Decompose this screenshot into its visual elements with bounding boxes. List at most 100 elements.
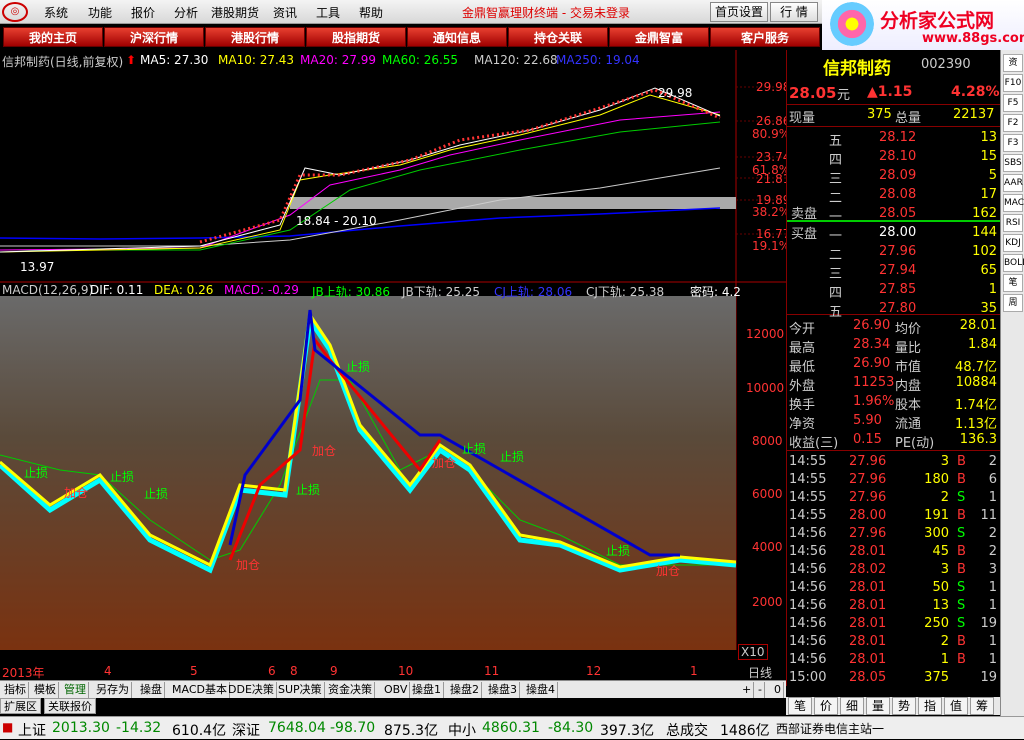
quote-button[interactable]: 行 情 bbox=[770, 2, 818, 22]
nav-hk[interactable]: 港股行情 bbox=[205, 27, 305, 47]
tick-row: 14:55 28.00 191 B 11 bbox=[787, 508, 1001, 526]
nav-index-futures[interactable]: 股指期货 bbox=[306, 27, 406, 47]
tab-sup[interactable]: SUP决策 bbox=[276, 682, 325, 698]
tab-trade3[interactable]: 操盘3 bbox=[486, 682, 520, 698]
reset-button[interactable]: 0 bbox=[772, 682, 784, 698]
nav-service[interactable]: 客户服务 bbox=[710, 27, 820, 47]
tab-detail[interactable]: 细 bbox=[840, 697, 864, 715]
tab-save-as[interactable]: 另存为 bbox=[94, 682, 132, 698]
toolbar-button[interactable]: 资 bbox=[1003, 54, 1023, 72]
tick-side: S bbox=[957, 490, 966, 505]
tab-value[interactable]: 值 bbox=[944, 697, 968, 715]
stat-row: 外盘 11253 内盘 10884 bbox=[787, 375, 1001, 394]
stat-value: 26.90 bbox=[853, 318, 891, 333]
tab-macd-basic[interactable]: MACD基本 bbox=[170, 682, 230, 698]
tick-time: 14:56 bbox=[789, 652, 827, 667]
buy-row[interactable]: 一 28.00 144 bbox=[787, 225, 1001, 244]
tab-trade2[interactable]: 操盘2 bbox=[448, 682, 482, 698]
sell-row[interactable]: 一 28.05 162 bbox=[787, 206, 1001, 225]
buy-row[interactable]: 三 27.94 65 bbox=[787, 263, 1001, 282]
tab-chips[interactable]: 筹 bbox=[970, 697, 994, 715]
level-volume: 15 bbox=[980, 149, 997, 164]
menu-hk-futures[interactable]: 港股期货 bbox=[211, 4, 259, 21]
sh-label[interactable]: 上证 bbox=[18, 720, 46, 740]
tab-dde[interactable]: DDE决策 bbox=[226, 682, 277, 698]
buy-row[interactable]: 二 27.96 102 bbox=[787, 244, 1001, 263]
toolbar-button[interactable]: F10 bbox=[1003, 74, 1023, 92]
tab-trade1[interactable]: 操盘1 bbox=[410, 682, 444, 698]
tab-obv[interactable]: OBV bbox=[382, 682, 411, 698]
toolbar-button[interactable]: AAR bbox=[1003, 174, 1023, 192]
stat-value: 1.84 bbox=[968, 337, 997, 352]
tab-trend[interactable]: 势 bbox=[892, 697, 916, 715]
tab-trade4[interactable]: 操盘4 bbox=[524, 682, 558, 698]
toolbar-button[interactable]: F5 bbox=[1003, 94, 1023, 112]
level-volume: 162 bbox=[972, 206, 997, 221]
toolbar-button[interactable]: MACD bbox=[1003, 194, 1024, 212]
sell-row[interactable]: 二 28.08 17 bbox=[787, 187, 1001, 206]
stat-label: 股本 bbox=[895, 398, 922, 413]
menu-function[interactable]: 功能 bbox=[88, 4, 112, 21]
tab-template[interactable]: 模板 bbox=[32, 682, 59, 698]
tick-volume: 180 bbox=[924, 472, 949, 487]
tab-price[interactable]: 价 bbox=[814, 697, 838, 715]
brand-banner: 分析家公式网 www.88gs.com bbox=[822, 0, 1024, 50]
zoom-out-button[interactable]: - bbox=[756, 682, 765, 698]
level-price: 27.85 bbox=[879, 282, 917, 297]
ma20-legend: MA20: 27.99 bbox=[300, 53, 377, 67]
level-price: 28.05 bbox=[879, 206, 917, 221]
nav-position[interactable]: 持仓关联 bbox=[508, 27, 608, 47]
nav-sh-sz[interactable]: 沪深行情 bbox=[104, 27, 204, 47]
nav-jinding[interactable]: 金鼎智富 bbox=[609, 27, 709, 47]
stat-value: 28.01 bbox=[959, 318, 997, 333]
tab-indicator[interactable]: 指标 bbox=[2, 682, 29, 698]
sz-label[interactable]: 深证 bbox=[232, 720, 260, 740]
tick-row: 14:56 28.01 45 B 2 bbox=[787, 544, 1001, 562]
high-annotation: 29.98 bbox=[658, 86, 693, 100]
signal-label: 止损 bbox=[110, 470, 135, 484]
zx-change: -84.30 bbox=[548, 720, 594, 736]
toolbar-button[interactable]: F3 bbox=[1003, 134, 1023, 152]
chart-area[interactable]: 信邦制药(日线,前复权) ⬆ MA5: 27.30 MA10: 27.43 MA… bbox=[0, 50, 790, 680]
sell-row[interactable]: 四 28.10 15 bbox=[787, 149, 1001, 168]
period-label[interactable]: 日线 bbox=[748, 664, 772, 681]
buy-row[interactable]: 五 27.80 35 bbox=[787, 301, 1001, 320]
tab-fund[interactable]: 资金决策 bbox=[326, 682, 375, 698]
buy-row[interactable]: 四 27.85 1 bbox=[787, 282, 1001, 301]
tab-manage[interactable]: 管理 bbox=[62, 682, 89, 698]
status-bar: ■ 上证 2013.30 -14.32 610.4亿 深证 7648.04 -9… bbox=[0, 716, 1024, 739]
toolbar-button[interactable]: KDJ bbox=[1003, 234, 1023, 252]
home-settings-button[interactable]: 首页设置 bbox=[710, 2, 768, 22]
tab-volume[interactable]: 量 bbox=[866, 697, 890, 715]
tab-trade[interactable]: 操盘 bbox=[138, 682, 165, 698]
toolbar-button[interactable]: 笔 bbox=[1003, 274, 1023, 292]
tick-side: B bbox=[957, 652, 966, 667]
toolbar-button[interactable]: 周 bbox=[1003, 294, 1023, 312]
tick-volume: 250 bbox=[924, 616, 949, 631]
menu-tools[interactable]: 工具 bbox=[316, 4, 340, 21]
toolbar-button[interactable]: F2 bbox=[1003, 114, 1023, 132]
tick-price: 27.96 bbox=[849, 490, 887, 505]
menu-news[interactable]: 资讯 bbox=[273, 4, 297, 21]
tab-index[interactable]: 指 bbox=[918, 697, 942, 715]
stat-row: 最高 28.34 量比 1.84 bbox=[787, 337, 1001, 356]
zoom-in-button[interactable]: + bbox=[740, 682, 755, 698]
sell-row[interactable]: 五 28.12 13 bbox=[787, 130, 1001, 149]
menu-quote[interactable]: 报价 bbox=[131, 4, 155, 21]
zx-label[interactable]: 中小 bbox=[448, 720, 476, 740]
toolbar-button[interactable]: SBS bbox=[1003, 154, 1023, 172]
sell-row[interactable]: 三 28.09 5 bbox=[787, 168, 1001, 187]
menu-system[interactable]: 系统 bbox=[44, 4, 68, 21]
signal-label: 止损 bbox=[296, 483, 321, 497]
nav-notice[interactable]: 通知信息 bbox=[407, 27, 507, 47]
nav-my-home[interactable]: 我的主页 bbox=[3, 27, 103, 47]
tab-related-quotes[interactable]: 关联报价 bbox=[44, 698, 96, 714]
tab-trades[interactable]: 笔 bbox=[788, 697, 812, 715]
toolbar-button[interactable]: BOLL bbox=[1003, 254, 1024, 272]
tick-volume: 3 bbox=[940, 454, 949, 469]
menu-analysis[interactable]: 分析 bbox=[174, 4, 198, 21]
tick-count: 1 bbox=[988, 490, 997, 505]
menu-help[interactable]: 帮助 bbox=[359, 4, 383, 21]
toolbar-button[interactable]: RSI bbox=[1003, 214, 1023, 232]
tab-extension[interactable]: 扩展区 bbox=[0, 698, 41, 714]
